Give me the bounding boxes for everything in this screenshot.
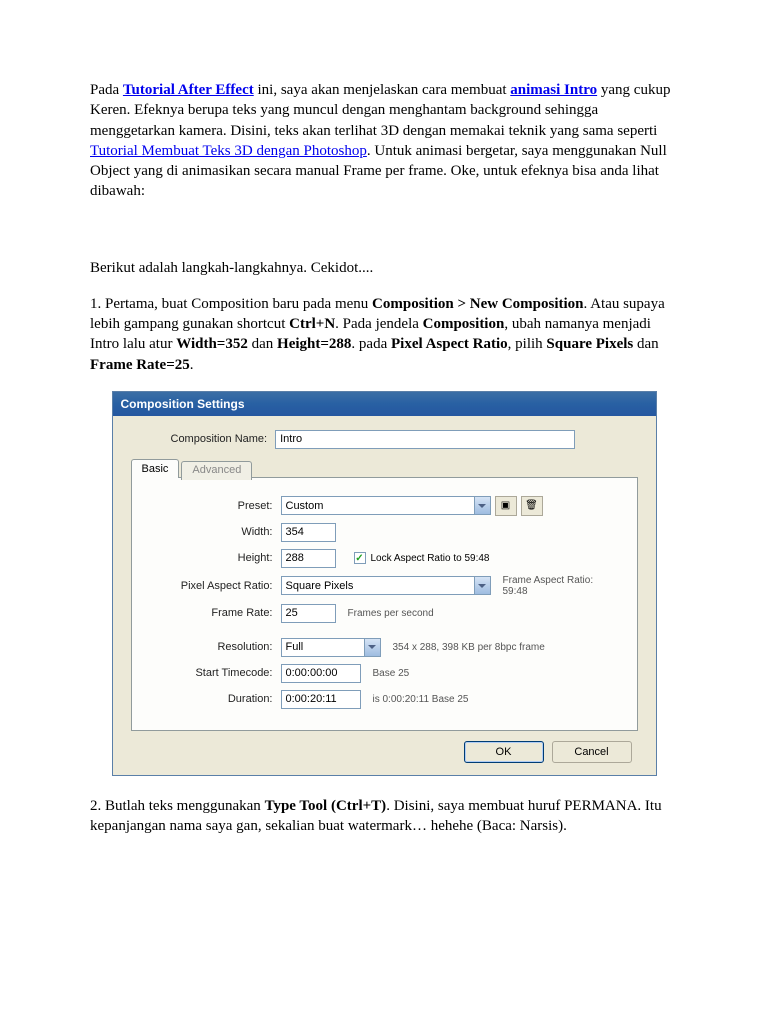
- bold-text: Pixel Aspect Ratio: [391, 336, 508, 352]
- par-label: Pixel Aspect Ratio:: [146, 580, 281, 592]
- bold-text: Height=288: [277, 336, 351, 352]
- width-label: Width:: [146, 526, 281, 538]
- framerate-input[interactable]: 25: [281, 604, 336, 623]
- chevron-down-icon: [474, 577, 490, 594]
- duration-input[interactable]: 0:00:20:11: [281, 690, 361, 709]
- text: . pada: [351, 336, 391, 352]
- text: 1. Pertama, buat Composition baru pada m…: [90, 296, 372, 312]
- tab-basic[interactable]: Basic: [131, 459, 180, 478]
- step-1: 1. Pertama, buat Composition baru pada m…: [90, 294, 678, 375]
- bold-text: Width=352: [176, 336, 248, 352]
- ok-button[interactable]: OK: [464, 741, 544, 763]
- save-preset-button[interactable]: ▣: [495, 496, 517, 516]
- comp-name-label: Composition Name:: [171, 433, 276, 445]
- text: . Pada jendela: [335, 316, 422, 332]
- chevron-down-icon: [364, 639, 380, 656]
- tab-advanced[interactable]: Advanced: [181, 461, 252, 480]
- framerate-label: Frame Rate:: [146, 607, 281, 619]
- dialog-titlebar: Composition Settings: [113, 392, 656, 416]
- text: ini, saya akan menjelaskan cara membuat: [254, 82, 511, 98]
- text: dan: [633, 336, 658, 352]
- comp-name-input[interactable]: Intro: [275, 430, 575, 449]
- duration-label: Duration:: [146, 693, 281, 705]
- bold-text: Composition > New Composition: [372, 296, 583, 312]
- link-tutorial-photoshop[interactable]: Tutorial Membuat Teks 3D dengan Photosho…: [90, 143, 367, 159]
- par-select[interactable]: Square Pixels: [281, 576, 491, 595]
- cancel-button[interactable]: Cancel: [552, 741, 632, 763]
- text: .: [190, 357, 194, 373]
- lock-aspect-checkbox[interactable]: ✓: [354, 552, 366, 564]
- text: , pilih: [508, 336, 547, 352]
- link-tutorial-after-effect[interactable]: Tutorial After Effect: [123, 82, 254, 98]
- width-input[interactable]: 354: [281, 523, 336, 542]
- resolution-select[interactable]: Full: [281, 638, 381, 657]
- start-timecode-note: Base 25: [373, 668, 410, 679]
- fps-label: Frames per second: [348, 608, 434, 619]
- start-timecode-label: Start Timecode:: [146, 667, 281, 679]
- intro-paragraph: Pada Tutorial After Effect ini, saya aka…: [90, 80, 678, 202]
- resolution-value: Full: [286, 641, 304, 653]
- preset-value: Custom: [286, 500, 324, 512]
- chevron-down-icon: [474, 497, 490, 514]
- frame-aspect-note: Frame Aspect Ratio: 59:48: [503, 575, 594, 597]
- bold-text: Frame Rate=25: [90, 357, 190, 373]
- height-label: Height:: [146, 552, 281, 564]
- delete-preset-button[interactable]: 🗑: [521, 496, 543, 516]
- resolution-note: 354 x 288, 398 KB per 8bpc frame: [393, 642, 545, 653]
- height-input[interactable]: 288: [281, 549, 336, 568]
- step-2: 2. Butlah teks menggunakan Type Tool (Ct…: [90, 796, 678, 837]
- bold-text: Square Pixels: [546, 336, 633, 352]
- text: 2. Butlah teks menggunakan: [90, 798, 265, 814]
- preset-label: Preset:: [146, 500, 281, 512]
- bold-text: Type Tool (Ctrl+T): [265, 798, 387, 814]
- steps-intro: Berikut adalah langkah-langkahnya. Cekid…: [90, 258, 678, 278]
- bold-text: Ctrl+N: [289, 316, 335, 332]
- resolution-label: Resolution:: [146, 641, 281, 653]
- text: Pada: [90, 82, 123, 98]
- trash-icon: 🗑: [525, 500, 538, 511]
- text: dan: [248, 336, 277, 352]
- start-timecode-input[interactable]: 0:00:00:00: [281, 664, 361, 683]
- preset-select[interactable]: Custom: [281, 496, 491, 515]
- link-animasi-intro[interactable]: animasi Intro: [510, 82, 597, 98]
- bold-text: Composition: [423, 316, 505, 332]
- composition-settings-dialog: Composition Settings Composition Name: I…: [112, 391, 657, 776]
- tab-panel-basic: Preset: Custom ▣ 🗑 Width: 354 Height: 28…: [131, 477, 638, 731]
- lock-aspect-label: Lock Aspect Ratio to 59:48: [371, 553, 490, 564]
- duration-note: is 0:00:20:11 Base 25: [373, 694, 469, 705]
- par-value: Square Pixels: [286, 580, 354, 592]
